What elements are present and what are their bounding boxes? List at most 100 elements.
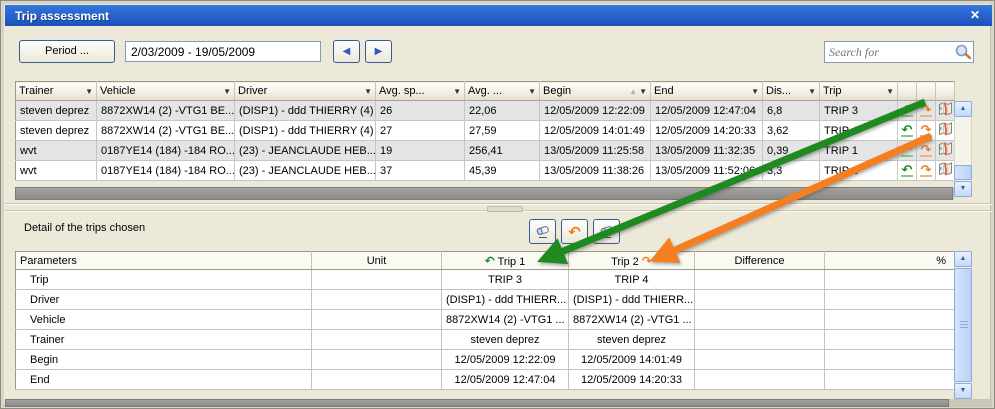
column-header-avg[interactable]: Avg. ...▼ — [465, 82, 540, 101]
column-label: Vehicle — [100, 85, 221, 97]
trips-table-body: steven deprez8872XW14 (2) -VTG1 BE...(DI… — [16, 101, 955, 181]
close-icon[interactable]: ✕ — [966, 7, 984, 23]
clear-all-button[interactable] — [593, 219, 620, 244]
column-header-avg_speed[interactable]: Avg. sp...▼ — [376, 82, 465, 101]
detail-column-trip1: ↶ Trip 1 — [442, 252, 569, 270]
detail-cell-percent — [825, 290, 955, 310]
trips-hscroll-thumb[interactable] — [15, 187, 953, 200]
filter-dropdown-icon[interactable]: ▼ — [886, 87, 894, 96]
cell-trip: TRIP 4 — [820, 121, 898, 141]
detail-cell-difference — [695, 270, 825, 290]
trip-row[interactable]: steven deprez8872XW14 (2) -VTG1 BE...(DI… — [16, 101, 955, 121]
assign-trip2-icon[interactable]: ↷ — [917, 141, 936, 161]
trips-hscroll[interactable] — [15, 187, 954, 200]
assign-trip1-icon[interactable]: ↶ — [898, 101, 917, 121]
detail-column-trip2: Trip 2 ↷ — [569, 252, 695, 270]
column-label: Avg. sp... — [379, 85, 451, 97]
column-label: Avg. ... — [468, 85, 526, 97]
period-range-field[interactable] — [125, 41, 321, 62]
detail-cell-unit — [312, 350, 442, 370]
cell-avg_speed: 27 — [376, 121, 465, 141]
clear-selection-button[interactable] — [529, 219, 556, 244]
detail-column-parameters: Parameters — [16, 252, 312, 270]
column-label: Driver — [238, 85, 362, 97]
column-header-vehicle[interactable]: Vehicle▼ — [97, 82, 235, 101]
cell-begin: 12/05/2009 12:22:09 — [540, 101, 651, 121]
trip-row[interactable]: wvt0187YE14 (184) -184 RO...(23) - JEANC… — [16, 141, 955, 161]
filter-dropdown-icon[interactable]: ▼ — [751, 87, 759, 96]
column-header-begin[interactable]: Begin▲▼ — [540, 82, 651, 101]
cell-vehicle: 8872XW14 (2) -VTG1 BE... — [97, 101, 235, 121]
detail-scroll-up-icon[interactable]: ▲ — [954, 251, 972, 267]
filter-dropdown-icon[interactable]: ▼ — [453, 87, 461, 96]
assign-trip1-icon[interactable]: ↶ — [898, 121, 917, 141]
detail-column-difference: Difference — [695, 252, 825, 270]
column-label: Dis... — [766, 85, 806, 97]
assign-trip1-icon[interactable]: ↶ — [898, 141, 917, 161]
trip-row[interactable]: wvt0187YE14 (184) -184 RO...(23) - JEANC… — [16, 161, 955, 181]
cell-end: 12/05/2009 14:20:33 — [651, 121, 763, 141]
trip-row[interactable]: steven deprez8872XW14 (2) -VTG1 BE...(DI… — [16, 121, 955, 141]
splitter-grip[interactable] — [487, 206, 523, 212]
column-header-actions — [936, 82, 955, 101]
column-header-driver[interactable]: Driver▼ — [235, 82, 376, 101]
assign-trip2-icon[interactable]: ↷ — [917, 101, 936, 121]
detail-cell-trip2: steven deprez — [569, 330, 695, 350]
panel-splitter[interactable] — [5, 203, 992, 212]
next-period-button[interactable]: ▶ — [365, 40, 392, 63]
detail-cell-percent — [825, 270, 955, 290]
previous-period-button[interactable]: ◀ — [333, 40, 360, 63]
trip-map-icon[interactable] — [936, 141, 955, 161]
window-hscroll[interactable] — [5, 399, 992, 407]
column-header-distance[interactable]: Dis...▼ — [763, 82, 820, 101]
window-hscroll-thumb[interactable] — [5, 399, 949, 407]
filter-dropdown-icon[interactable]: ▼ — [85, 87, 93, 96]
filter-dropdown-icon[interactable]: ▼ — [528, 87, 536, 96]
trips-scroll-up-icon[interactable]: ▲ — [954, 101, 972, 117]
detail-cell-percent — [825, 370, 955, 390]
detail-row: Begin12/05/2009 12:22:0912/05/2009 14:01… — [16, 350, 955, 370]
detail-cell-parameter: Trainer — [16, 330, 312, 350]
detail-cell-parameter: Driver — [16, 290, 312, 310]
trip1-green-arrow-icon: ↶ — [485, 254, 495, 268]
column-header-end[interactable]: End▼ — [651, 82, 763, 101]
arrow-left-icon: ◀ — [343, 46, 351, 57]
trips-vscroll-thumb[interactable] — [954, 165, 972, 180]
trip-map-icon[interactable] — [936, 161, 955, 181]
trip-map-icon[interactable] — [936, 101, 955, 121]
detail-scroll-down-icon[interactable]: ▼ — [954, 383, 972, 399]
cell-end: 13/05/2009 11:32:35 — [651, 141, 763, 161]
assign-trip2-icon[interactable]: ↷ — [917, 121, 936, 141]
cell-avg: 27,59 — [465, 121, 540, 141]
detail-row: Trainersteven deprezsteven deprez — [16, 330, 955, 350]
detail-cell-trip1: 12/05/2009 12:22:09 — [442, 350, 569, 370]
filter-dropdown-icon[interactable]: ▼ — [639, 87, 647, 96]
trips-scroll-down-icon[interactable]: ▼ — [954, 181, 972, 197]
detail-vscroll-thumb[interactable] — [954, 268, 972, 382]
period-button[interactable]: Period ... — [19, 40, 115, 63]
detail-cell-parameter: Trip — [16, 270, 312, 290]
filter-dropdown-icon[interactable]: ▼ — [808, 87, 816, 96]
detail-cell-trip2: 12/05/2009 14:01:49 — [569, 350, 695, 370]
assign-trip2-icon[interactable]: ↷ — [917, 161, 936, 181]
detail-row: Driver(DISP1) - ddd THIERR...(DISP1) - d… — [16, 290, 955, 310]
filter-dropdown-icon[interactable]: ▼ — [223, 87, 231, 96]
search-icon[interactable] — [953, 43, 973, 61]
search-input[interactable] — [825, 43, 953, 61]
detail-cell-trip2: 12/05/2009 14:20:33 — [569, 370, 695, 390]
detail-cell-unit — [312, 270, 442, 290]
restore-selection-button[interactable]: ↶ — [561, 219, 588, 244]
trips-table: Trainer▼Vehicle▼Driver▼Avg. sp...▼Avg. .… — [15, 81, 954, 181]
assign-trip1-icon[interactable]: ↶ — [898, 161, 917, 181]
filter-dropdown-icon[interactable]: ▼ — [364, 87, 372, 96]
column-header-trip[interactable]: Trip▼ — [820, 82, 898, 101]
detail-cell-trip1: (DISP1) - ddd THIERR... — [442, 290, 569, 310]
detail-cell-unit — [312, 310, 442, 330]
detail-table-body: TripTRIP 3TRIP 4Driver(DISP1) - ddd THIE… — [16, 270, 955, 390]
detail-table: Parameters Unit ↶ Trip 1 Trip 2 ↷ Differ… — [15, 251, 954, 390]
cell-avg_speed: 19 — [376, 141, 465, 161]
cell-end: 13/05/2009 11:52:06 — [651, 161, 763, 181]
detail-cell-percent — [825, 330, 955, 350]
column-header-trainer[interactable]: Trainer▼ — [16, 82, 97, 101]
trip-map-icon[interactable] — [936, 121, 955, 141]
